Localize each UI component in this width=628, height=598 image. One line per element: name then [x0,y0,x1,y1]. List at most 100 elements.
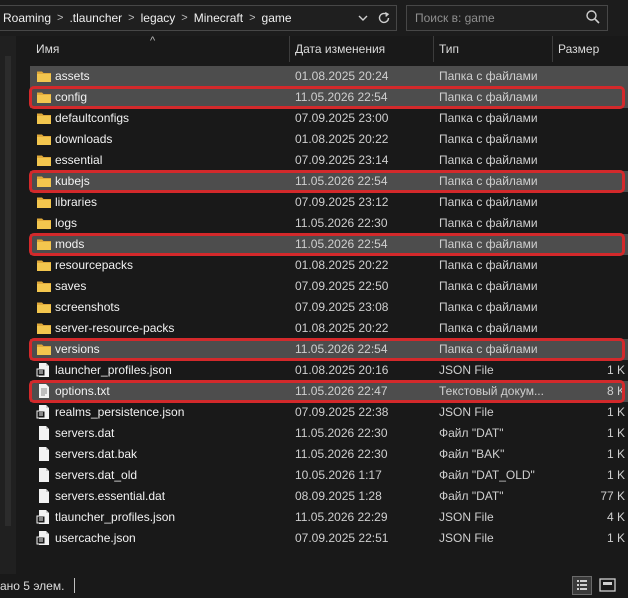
file-row[interactable]: libraries 07.09.2025 23:12 Папка с файлами [30,192,628,213]
file-size: 8 K [606,384,625,398]
scrollbar-thumb[interactable] [5,56,11,526]
file-name: servers.dat_old [55,468,138,482]
file-date: 11.05.2026 22:47 [295,384,388,398]
file-date: 01.08.2025 20:22 [295,321,389,335]
file-date: 01.08.2025 20:22 [295,132,389,146]
file-name: versions [55,342,100,356]
breadcrumb-item[interactable]: Roaming [0,11,54,25]
folder-icon [36,89,52,105]
file-type: JSON File [439,363,494,377]
file-icon [36,488,52,504]
file-type: Папка с файлами [439,300,538,314]
file-size [555,129,625,150]
folder-icon [36,194,52,210]
breadcrumb-separator[interactable]: > [246,12,258,24]
chevron-down-icon[interactable] [352,6,374,30]
file-type: Файл "DAT_OLD" [439,468,535,482]
file-name: launcher_profiles.json [55,363,172,377]
file-name: mods [55,237,85,251]
breadcrumb-separator[interactable]: > [178,12,190,24]
folder-icon [36,236,52,252]
refresh-icon[interactable] [373,6,395,30]
file-name: screenshots [55,300,120,314]
file-size [555,339,625,360]
file-row[interactable]: mods 11.05.2026 22:54 Папка с файлами [30,234,628,255]
file-date: 07.09.2025 22:50 [295,279,389,293]
file-size [555,213,625,234]
file-row[interactable]: server-resource-packs 01.08.2025 20:22 Пап… [30,318,628,339]
search-box[interactable]: Поиск в: game [406,5,608,31]
breadcrumb-item[interactable]: legacy [138,11,179,25]
file-name: servers.essential.dat [55,489,166,503]
address-bar[interactable]: Roaming > .tlauncher > legacy > Minecraft > game [0,5,397,31]
file-date: 07.09.2025 23:00 [295,111,389,125]
file-type: Папка с файлами [439,90,538,104]
column-type[interactable]: Тип [433,36,553,62]
file-size: 77 K [600,489,625,503]
breadcrumb-item[interactable]: .tlauncher [66,11,125,25]
folder-icon [36,110,52,126]
file-date: 07.09.2025 22:51 [295,531,389,545]
file-name: config [55,90,88,104]
file-row[interactable]: usercache.json 07.09.2025 22:51 JSON File 1… [30,528,628,549]
search-icon[interactable] [585,9,601,28]
file-row[interactable]: screenshots 07.09.2025 23:08 Папка с файла… [30,297,628,318]
file-row[interactable]: config 11.05.2026 22:54 Папка с файлами [30,87,628,108]
folder-icon [36,215,52,231]
details-view-icon[interactable] [572,576,592,595]
json-file-icon [36,404,52,420]
file-row[interactable]: launcher_profiles.json 01.08.2025 20:16 JS… [30,360,628,381]
file-type: Папка с файлами [439,216,538,230]
file-row[interactable]: servers.dat.bak 11.05.2026 22:30 Файл "BAK… [30,444,628,465]
file-size [555,87,625,108]
folder-icon [36,131,52,147]
navigation-pane-scrollbar[interactable] [0,36,16,574]
file-name: essential [55,153,103,167]
breadcrumb-separator[interactable]: > [54,12,66,24]
breadcrumb-separator[interactable]: > [125,12,137,24]
file-row[interactable]: servers.dat_old 10.05.2026 1:17 Файл "DAT_… [30,465,628,486]
file-row[interactable]: resourcepacks 01.08.2025 20:22 Папка с фай… [30,255,628,276]
file-date: 11.05.2026 22:54 [295,342,388,356]
file-size [555,255,625,276]
file-name: defaultconfigs [55,111,130,125]
file-row[interactable]: downloads 01.08.2025 20:22 Папка с файлами [30,129,628,150]
file-row[interactable]: kubejs 11.05.2026 22:54 Папка с файлами [30,171,628,192]
column-header: ^ Имя Дата изменения Тип Размер [17,36,628,62]
file-type: Папка с файлами [439,132,538,146]
file-name: server-resource-packs [55,321,175,335]
file-row[interactable]: assets 01.08.2025 20:24 Папка с файлами [30,66,628,87]
breadcrumb-item[interactable]: Minecraft [191,11,246,25]
file-size: 1 K [606,405,625,419]
breadcrumb-item[interactable]: game [259,11,295,25]
column-size[interactable]: Размер [552,36,628,62]
file-name: usercache.json [55,531,136,545]
file-row[interactable]: essential 07.09.2025 23:14 Папка с файлами [30,150,628,171]
file-size [555,297,625,318]
file-row[interactable]: saves 07.09.2025 22:50 Папка с файлами [30,276,628,297]
file-row[interactable]: defaultconfigs 07.09.2025 23:00 Папка с фа… [30,108,628,129]
file-icon [36,446,52,462]
file-row[interactable]: versions 11.05.2026 22:54 Папка с файлами [30,339,628,360]
file-type: Файл "DAT" [439,426,504,440]
file-row[interactable]: realms_persistence.json 07.09.2025 22:38 J… [30,402,628,423]
file-size [555,318,625,339]
column-date[interactable]: Дата изменения [289,36,434,62]
file-row[interactable]: servers.dat 11.05.2026 22:30 Файл "DAT" 1 K [30,423,628,444]
file-type: Папка с файлами [439,174,538,188]
file-date: 01.08.2025 20:24 [295,69,389,83]
large-icons-view-icon[interactable] [598,576,618,595]
file-row[interactable]: logs 11.05.2026 22:30 Папка с файлами [30,213,628,234]
file-date: 07.09.2025 23:08 [295,300,389,314]
folder-icon [36,341,52,357]
status-bar: ано 5 элем. [0,574,628,597]
file-row[interactable]: tlauncher_profiles.json 11.05.2026 22:29 J… [30,507,628,528]
file-size: 1 K [606,531,625,545]
file-row[interactable]: servers.essential.dat 08.09.2025 1:28 Файл… [30,486,628,507]
folder-icon [36,257,52,273]
column-name[interactable]: Имя [30,36,286,62]
file-date: 11.05.2026 22:30 [295,426,388,440]
file-type: Папка с файлами [439,195,538,209]
file-row[interactable]: options.txt 11.05.2026 22:47 Текстовый док… [30,381,628,402]
file-name: resourcepacks [55,258,134,272]
